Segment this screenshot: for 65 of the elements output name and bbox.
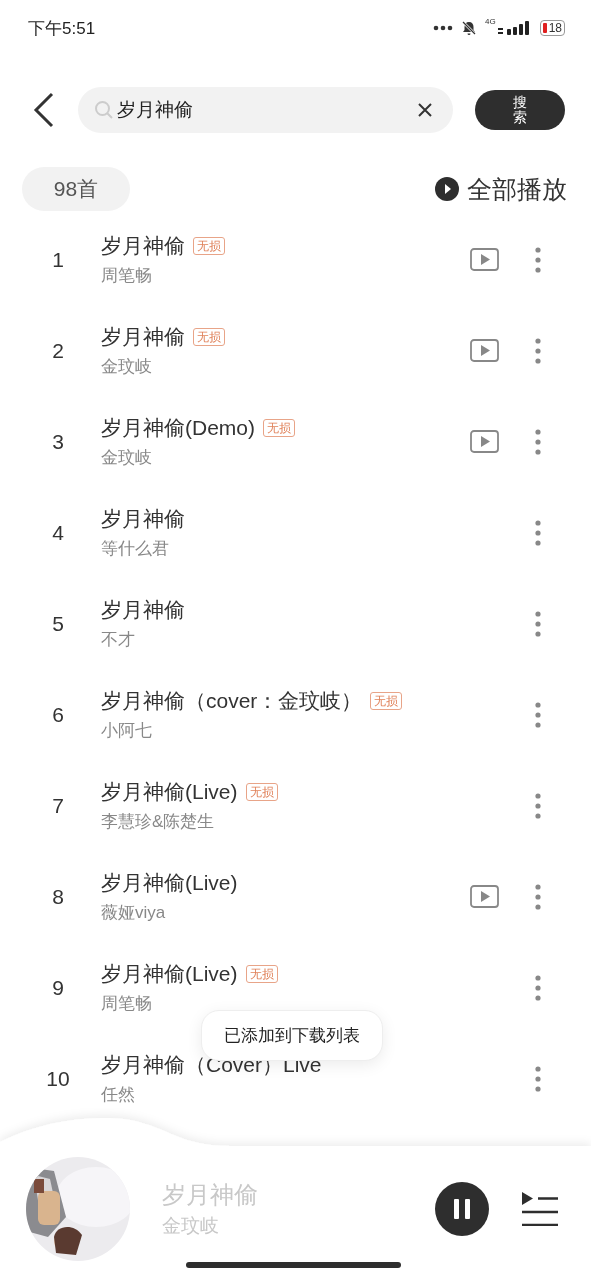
track-number: 5 <box>51 611 65 636</box>
lossless-tag: 无损 <box>245 783 278 801</box>
track-number: 7 <box>51 793 65 818</box>
more-options-icon[interactable] <box>535 883 541 910</box>
bell-muted-icon <box>460 20 477 36</box>
search-icon <box>94 100 114 120</box>
lossless-tag: 无损 <box>263 419 295 437</box>
more-options-icon[interactable] <box>535 701 541 728</box>
video-icon[interactable] <box>470 430 499 453</box>
track-number: 3 <box>51 429 65 454</box>
song-title[interactable]: 岁月神偷 <box>101 505 185 533</box>
clock-time: 下午5:51 <box>28 17 96 40</box>
playlist-icon[interactable] <box>521 1192 559 1226</box>
battery-indicator: 18 <box>539 20 565 36</box>
back-icon[interactable] <box>32 92 56 128</box>
artist-name: 小阿七 <box>101 720 153 742</box>
artist-name: 不才 <box>101 629 136 651</box>
more-options-icon[interactable] <box>535 610 541 637</box>
more-options-icon[interactable] <box>535 519 541 546</box>
artist-name: 任然 <box>101 1084 136 1106</box>
song-title[interactable]: 岁月神偷 <box>101 232 185 260</box>
lossless-tag: 无损 <box>193 328 225 346</box>
track-number: 10 <box>45 1066 71 1091</box>
lossless-tag: 无损 <box>193 237 225 255</box>
search-field[interactable]: 岁月神偷 <box>78 87 453 133</box>
signal-icon <box>497 21 532 35</box>
artist-name: 金玟岐 <box>101 447 153 469</box>
more-options-icon[interactable] <box>535 337 541 364</box>
network-label: 4G <box>484 16 496 26</box>
lossless-tag: 无损 <box>370 692 403 710</box>
artist-name: 金玟岐 <box>101 356 153 378</box>
artist-name: 周笔畅 <box>101 993 153 1015</box>
lossless-tag: 无损 <box>245 965 278 983</box>
song-title[interactable]: 岁月神偷(Live) <box>101 960 238 988</box>
song-title[interactable]: 岁月神偷（cover：金玟岐） <box>101 687 363 715</box>
song-title[interactable]: 岁月神偷(Live) <box>101 869 238 897</box>
more-options-icon[interactable] <box>535 792 541 819</box>
play-all-button[interactable]: 全部播放 <box>435 172 567 206</box>
artist-name: 周笔畅 <box>101 265 153 287</box>
clear-icon[interactable] <box>417 102 433 118</box>
more-options-icon[interactable] <box>535 246 541 273</box>
video-icon[interactable] <box>470 339 499 362</box>
search-button[interactable]: 搜索 <box>475 90 565 130</box>
video-icon[interactable] <box>470 248 499 271</box>
track-number: 1 <box>51 247 65 272</box>
more-options-icon[interactable] <box>535 974 541 1001</box>
more-options-icon[interactable] <box>535 1065 541 1092</box>
song-title[interactable]: 岁月神偷 <box>101 596 185 624</box>
play-icon <box>435 177 459 201</box>
song-title[interactable]: 岁月神偷(Demo) <box>101 414 255 442</box>
artist-name: 李慧珍&陈楚生 <box>101 811 216 833</box>
track-number: 9 <box>51 975 65 1000</box>
track-number: 6 <box>51 702 65 727</box>
artist-name: 等什么君 <box>101 538 170 560</box>
track-number: 8 <box>51 884 65 909</box>
pause-icon[interactable] <box>435 1182 489 1236</box>
song-title[interactable]: 岁月神偷 <box>101 323 185 351</box>
more-options-icon[interactable] <box>535 428 541 455</box>
song-title[interactable]: 岁月神偷(Live) <box>101 778 238 806</box>
artist-name: 薇娅viya <box>101 902 167 924</box>
track-number: 4 <box>51 520 65 545</box>
song-count: 98首 <box>22 167 130 211</box>
video-icon[interactable] <box>470 885 499 908</box>
track-number: 2 <box>51 338 65 363</box>
more-icon <box>432 25 453 31</box>
